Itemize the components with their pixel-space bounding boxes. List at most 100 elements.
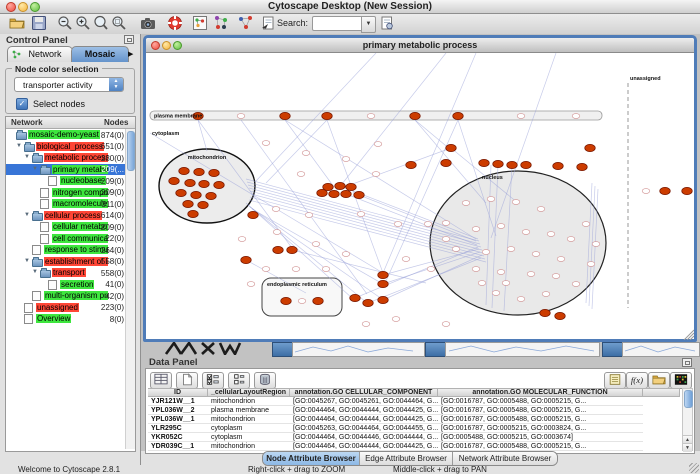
tree-item-overview[interactable]: Overview8(0): [6, 313, 135, 325]
tree-item-response-to-stimulu[interactable]: response to stimulu264(0): [6, 244, 135, 256]
close-view-button[interactable]: [151, 41, 160, 50]
tree-expand-icon[interactable]: ▼: [24, 154, 30, 160]
select-nodes-label: Select nodes: [33, 99, 85, 109]
table-cell[interactable]: [GO:0045267, GO:0045261, GO:0044464, G..…: [290, 397, 438, 406]
data-panel-float-icon[interactable]: [682, 358, 692, 367]
minimize-window-button[interactable]: [18, 2, 28, 12]
tree-item-secretion[interactable]: secretion41(0): [6, 279, 135, 291]
tree-item-transport[interactable]: ▼transport558(0): [6, 267, 135, 279]
control-panel-float-icon[interactable]: [124, 35, 134, 44]
scroll-down-arrow[interactable]: ▼: [683, 443, 692, 452]
table-cell[interactable]: mitochondrion: [208, 442, 290, 451]
table-scrollbar[interactable]: ▲ ▼: [682, 388, 693, 451]
tree-expand-icon[interactable]: ▼: [24, 212, 30, 218]
table-cell[interactable]: YLR295C: [148, 424, 208, 433]
node-attribute-table[interactable]: ID_cellularLayoutRegionannotation.GO CEL…: [146, 369, 694, 453]
table-column-id[interactable]: ID: [148, 388, 208, 397]
tree-item-metabolic-process[interactable]: ▼metabolic process280(0): [6, 152, 135, 164]
table-cell[interactable]: YJR121W__1: [148, 397, 208, 406]
tree-item-label: establishment of lo: [44, 257, 108, 266]
tree-scrollbar-thumb[interactable]: [127, 131, 135, 171]
tab-network-attribute-browser[interactable]: Network Attribute Browser: [453, 452, 557, 465]
table-cell[interactable]: [GO:0005488, GO:0005215, GO:0003674]: [438, 433, 643, 442]
table-scrollbar-thumb[interactable]: [684, 390, 693, 408]
search-dropdown-arrow[interactable]: ▼: [361, 16, 376, 33]
table-cell[interactable]: YPL036W__2: [148, 406, 208, 415]
tree-item-nitrogen-compo[interactable]: nitrogen compo209(0): [6, 187, 135, 199]
network-overview-icon[interactable]: [191, 15, 209, 33]
zoom-fit-icon[interactable]: [92, 15, 110, 33]
table-cell[interactable]: [GO:0044464, GO:0044444, GO:0044425, G..…: [290, 442, 438, 451]
table-cell[interactable]: mitochondrion: [208, 397, 290, 406]
minimize-view-button[interactable]: [162, 41, 171, 50]
table-cell[interactable]: YPL036W__1: [148, 415, 208, 424]
annotation-icon[interactable]: [259, 15, 277, 33]
table-cell[interactable]: [GO:0016787, GO:0005215, GO:0003824, G..…: [438, 424, 643, 433]
table-cell[interactable]: [GO:0044464, GO:0044446, GO:0044444, G..…: [290, 433, 438, 442]
network-node-selected: [479, 159, 489, 166]
tab-overflow-arrow[interactable]: ▶: [128, 50, 133, 58]
tree-item-label: unassigned: [36, 303, 79, 312]
tree-item-multi-organism-pro[interactable]: multi-organism pro42(0): [6, 290, 135, 302]
table-cell[interactable]: YDR039C__1: [148, 442, 208, 451]
table-cell[interactable]: [GO:0016787, GO:0005488, GO:0005215, G..…: [438, 442, 643, 451]
table-cell[interactable]: [GO:0016787, GO:0005488, GO:0005215, G..…: [438, 406, 643, 415]
apply-layout-1-icon[interactable]: [212, 15, 230, 33]
tree-item-cellular-metabo[interactable]: cellular metabo209(0): [6, 221, 135, 233]
tree-item-macromolecule[interactable]: macromolecule311(0): [6, 198, 135, 210]
search-input[interactable]: [312, 16, 362, 31]
table-cell[interactable]: cytoplasm: [208, 424, 290, 433]
table-cell[interactable]: mitochondrion: [208, 415, 290, 424]
attribute-browser-tabs: Node Attribute Browser Edge Attribute Br…: [262, 451, 558, 466]
save-session-icon[interactable]: [30, 15, 48, 33]
table-column-annotation-go-cellular-component[interactable]: annotation.GO CELLULAR_COMPONENT: [290, 388, 438, 397]
tree-item-cell-communicat[interactable]: cell communicat22(0): [6, 233, 135, 245]
network-window-titlebar[interactable]: primary metabolic process: [146, 38, 694, 53]
table-column-cellularlayoutregion[interactable]: _cellularLayoutRegion: [208, 388, 290, 397]
tree-item-establishment-of-lo[interactable]: ▼establishment of lo558(0): [6, 256, 135, 268]
table-cell[interactable]: YKR052C: [148, 433, 208, 442]
tab-node-attribute-browser[interactable]: Node Attribute Browser: [263, 452, 360, 465]
zoom-in-icon[interactable]: [74, 15, 92, 33]
table-cell[interactable]: plasma membrane: [208, 406, 290, 415]
snapshot-icon[interactable]: [139, 15, 157, 33]
tab-network[interactable]: Network: [7, 46, 73, 62]
table-cell[interactable]: cytoplasm: [208, 433, 290, 442]
zoom-window-button[interactable]: [30, 2, 40, 12]
zoom-view-button[interactable]: [173, 41, 182, 50]
tree-expand-icon[interactable]: ▼: [32, 269, 38, 275]
tree-item-cellular-process[interactable]: ▼cellular process614(0): [6, 210, 135, 222]
network-canvas[interactable]: plasma membranecytoplasmmitochondrionnuc…: [146, 53, 694, 340]
compartment-label: unassigned: [630, 76, 661, 82]
tree-item-primary-metabo[interactable]: ▼primary metabo209(...: [6, 164, 135, 176]
tree-scrollbar[interactable]: [125, 129, 135, 449]
network-node-selected: [322, 112, 332, 119]
zoom-selected-icon[interactable]: [110, 15, 128, 33]
tree-item-mosaic-demo-yeast[interactable]: mosaic-demo-yeast874(0): [6, 129, 135, 141]
tree-expand-icon[interactable]: ▼: [24, 258, 30, 264]
table-column-annotation-go-molecular-function[interactable]: annotation.GO MOLECULAR_FUNCTION: [438, 388, 643, 397]
tree-item-unassigned[interactable]: unassigned223(0): [6, 302, 135, 314]
tree-item-nucleobase[interactable]: nucleobase-209(0): [6, 175, 135, 187]
folder-icon: [24, 144, 35, 152]
resize-grip[interactable]: [689, 463, 699, 473]
tab-edge-attribute-browser[interactable]: Edge Attribute Browser: [360, 452, 453, 465]
open-session-icon[interactable]: [8, 15, 26, 33]
close-window-button[interactable]: [6, 2, 16, 12]
tree-item-biological-process[interactable]: ▼biological_process651(0): [6, 141, 135, 153]
node-color-dropdown[interactable]: transporter activity ▲▼: [14, 77, 124, 92]
select-nodes-checkbox[interactable]: ✓: [16, 98, 28, 110]
table-cell[interactable]: [GO:0045263, GO:0044464, GO:0044455, G..…: [290, 424, 438, 433]
table-cell[interactable]: [GO:0044464, GO:0044444, GO:0044425, G..…: [290, 406, 438, 415]
tab-mosaic[interactable]: Mosaic: [71, 46, 129, 62]
search-config-icon[interactable]: [378, 15, 396, 33]
tree-expand-icon[interactable]: ▼: [32, 166, 38, 172]
help-icon[interactable]: [166, 15, 184, 33]
zoom-out-icon[interactable]: [56, 15, 74, 33]
tree-expand-icon[interactable]: ▼: [16, 143, 22, 149]
file-icon: [40, 188, 49, 198]
table-cell[interactable]: [GO:0016787, GO:0005488, GO:0005215, G..…: [438, 397, 643, 406]
apply-layout-2-icon[interactable]: [237, 15, 255, 33]
table-cell[interactable]: [GO:0016787, GO:0005488, GO:0005215, G..…: [438, 415, 643, 424]
table-cell[interactable]: [GO:0044464, GO:0044444, GO:0044425, G..…: [290, 415, 438, 424]
